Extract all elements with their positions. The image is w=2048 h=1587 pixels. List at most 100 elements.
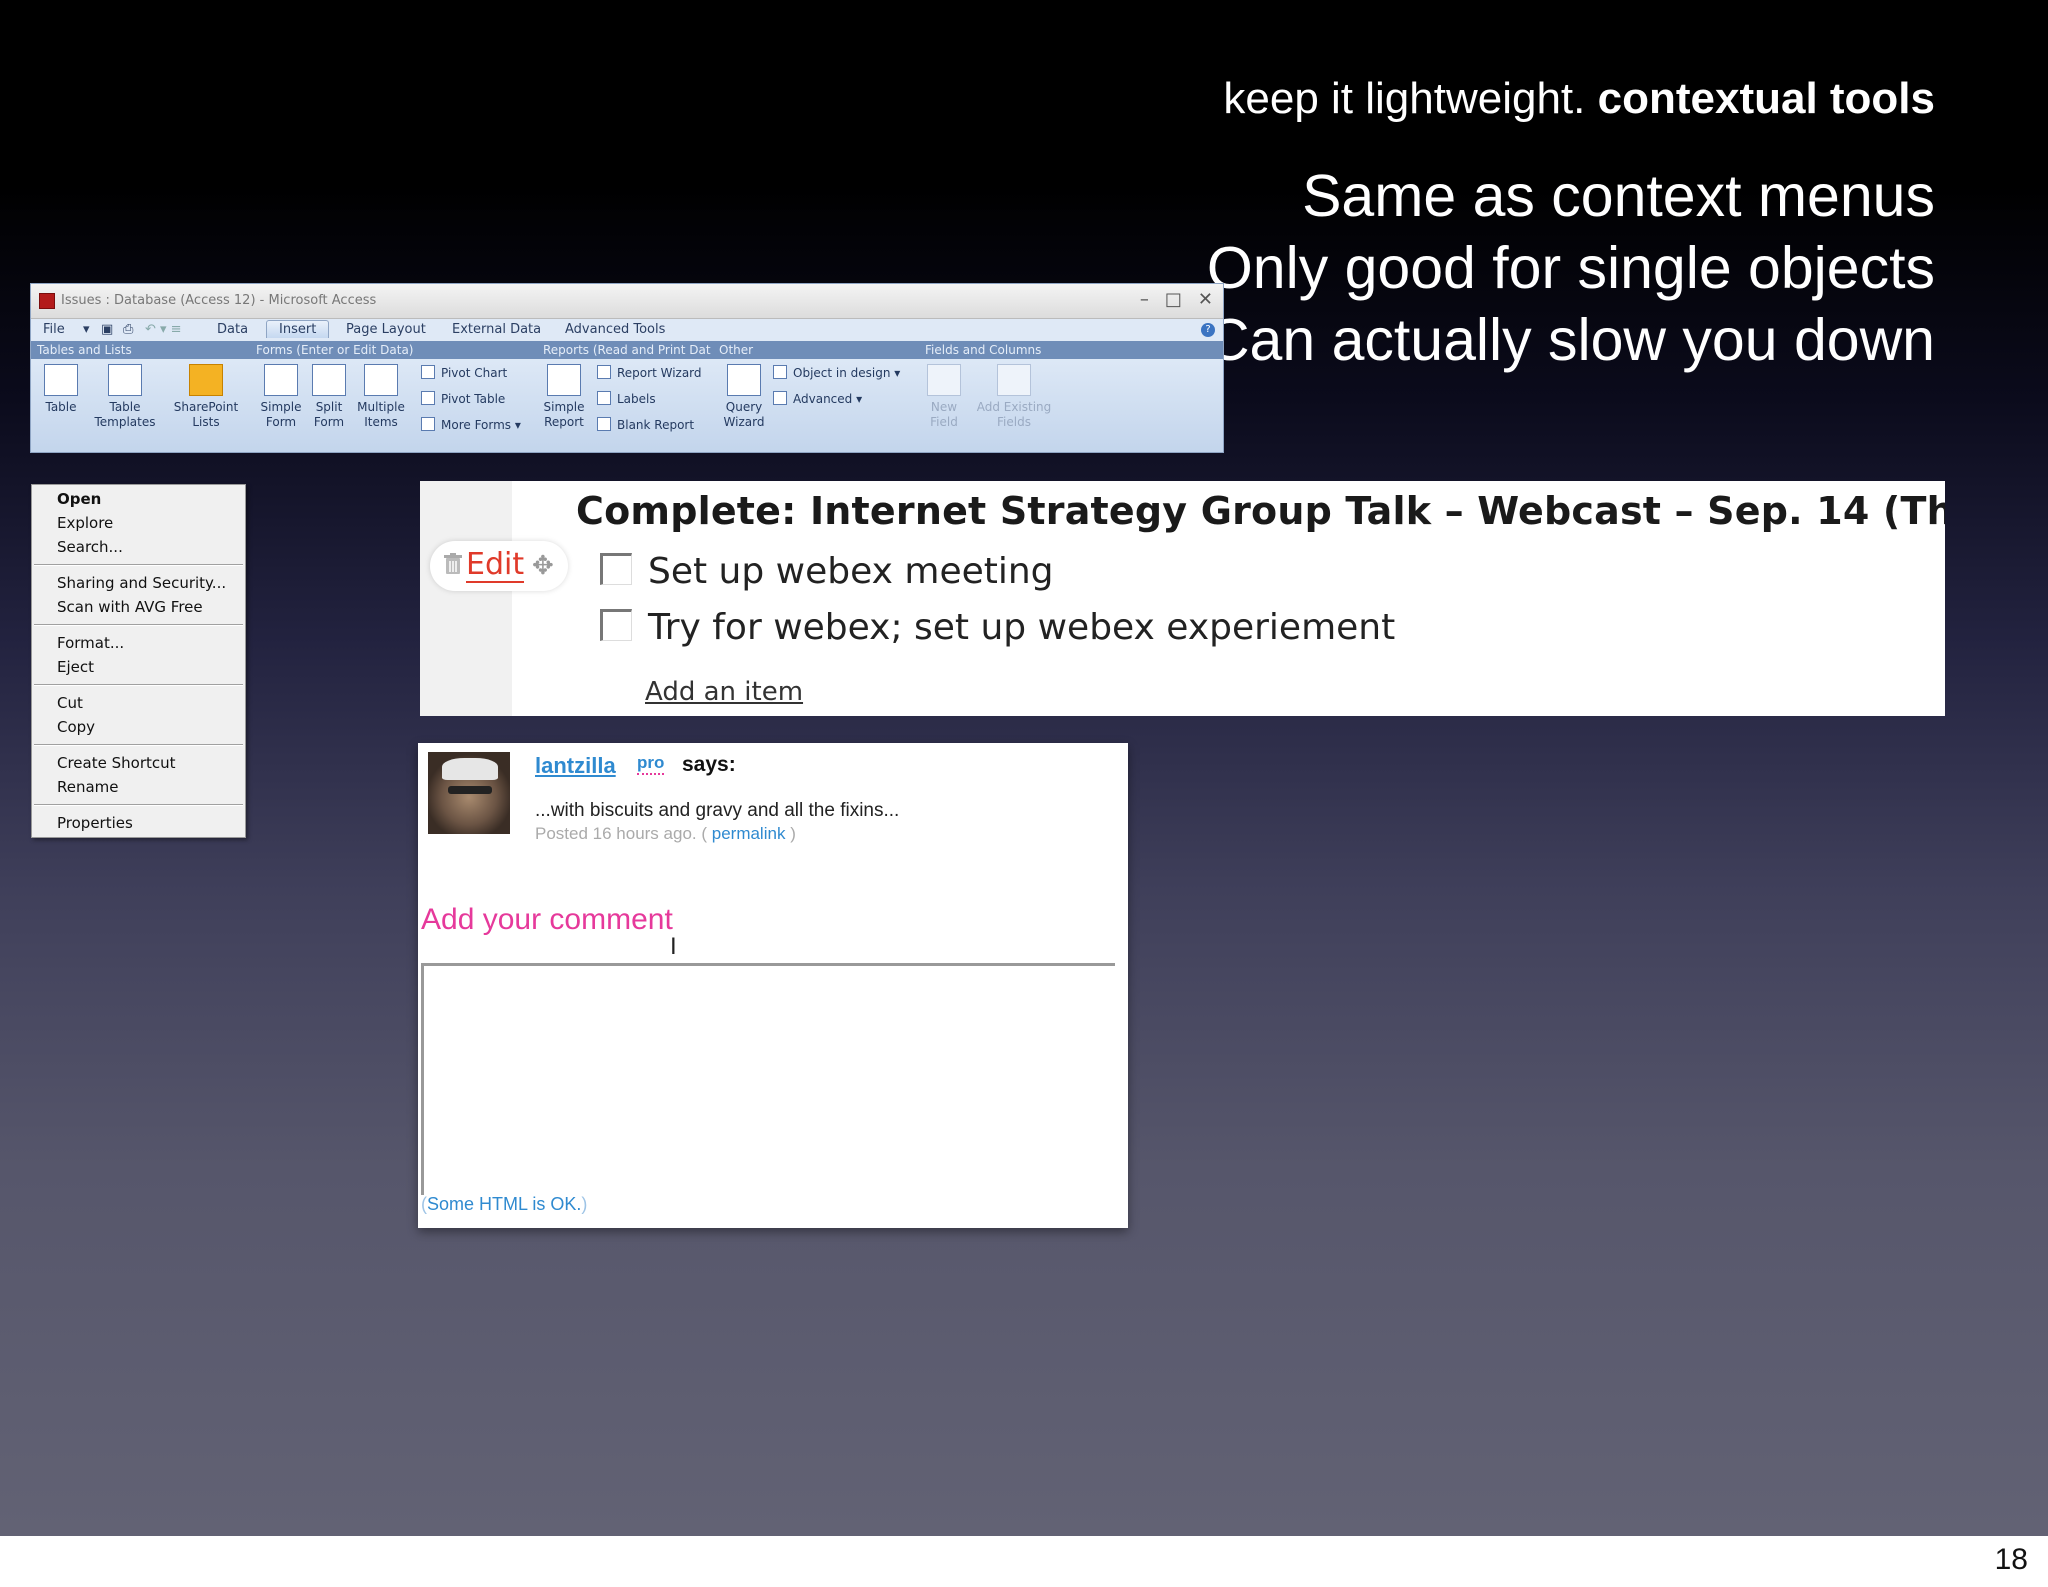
menu-separator — [34, 624, 243, 626]
menu-item-copy[interactable]: Copy — [32, 715, 245, 739]
tab-advanced-tools[interactable]: Advanced Tools — [565, 322, 665, 337]
group-forms: Forms (Enter or Edit Data) — [256, 343, 414, 357]
slide: keep it lightweight. contextual tools Sa… — [0, 0, 2048, 1536]
todo-item: Try for webex; set up webex experiement — [600, 607, 1395, 648]
bullet-1: Same as context menus — [1302, 163, 1935, 229]
item-tools-pill: Edit ✥ — [430, 541, 568, 591]
tab-page-layout[interactable]: Page Layout — [346, 322, 426, 337]
permalink-link[interactable]: permalink — [712, 824, 786, 843]
tab-file[interactable]: File — [43, 322, 65, 337]
todo-item-label: Try for webex; set up webex experiement — [648, 607, 1396, 648]
says-label: says: — [682, 753, 736, 776]
bullet-2: Only good for single objects — [1206, 235, 1935, 301]
labels-icon — [597, 391, 611, 405]
todo-item-label: Set up webex meeting — [648, 551, 1054, 592]
todo-checkbox[interactable] — [600, 553, 632, 585]
menu-item-scan-avg[interactable]: Scan with AVG Free — [32, 595, 245, 619]
advanced-icon — [773, 391, 787, 405]
group-reports: Reports (Read and Print Data) — [543, 343, 711, 357]
new-field-icon — [927, 364, 961, 396]
simple-form-button[interactable]: Simple Form — [255, 364, 307, 430]
sharepoint-lists-button[interactable]: SharePoint Lists — [169, 364, 243, 430]
group-other: Other — [719, 343, 754, 357]
move-handle-icon[interactable]: ✥ — [532, 551, 554, 581]
menu-separator — [34, 804, 243, 806]
page-number: 18 — [1994, 1543, 2028, 1576]
menu-separator — [34, 744, 243, 746]
new-field-button[interactable]: New Field — [921, 364, 967, 430]
simple-report-button[interactable]: Simple Report — [539, 364, 589, 430]
text-cursor-icon: I — [670, 933, 677, 960]
tab-data[interactable]: Data — [217, 322, 248, 337]
object-in-design-icon — [773, 365, 787, 379]
context-menu: Open Explore Search... Sharing and Secur… — [31, 484, 246, 838]
help-icon[interactable]: ? — [1201, 323, 1215, 337]
menu-item-properties[interactable]: Properties — [32, 811, 245, 835]
posted-info: Posted 16 hours ago. ( permalink ) — [535, 824, 796, 843]
comment-panel: lantzilla pro says: ...with biscuits and… — [418, 743, 1128, 1228]
menu-item-explore[interactable]: Explore — [32, 511, 245, 535]
html-note: (Some HTML is OK.) — [421, 1194, 588, 1214]
more-forms-button[interactable]: More Forms ▾ — [421, 417, 521, 432]
menu-item-search[interactable]: Search... — [32, 535, 245, 559]
table-icon — [44, 364, 78, 396]
add-item-link[interactable]: Add an item — [645, 677, 803, 707]
menu-item-eject[interactable]: Eject — [32, 655, 245, 679]
edit-link[interactable]: Edit — [466, 549, 525, 583]
pivot-chart-button[interactable]: Pivot Chart — [421, 365, 507, 380]
pivot-table-icon — [421, 391, 435, 405]
advanced-button[interactable]: Advanced ▾ — [773, 391, 862, 406]
menu-item-rename[interactable]: Rename — [32, 775, 245, 799]
comment-textarea[interactable] — [421, 963, 1115, 1195]
add-comment-heading: Add your comment — [421, 903, 673, 936]
slide-title: keep it lightweight. contextual tools — [1223, 74, 1935, 124]
print-icon[interactable]: ⎙ — [123, 322, 133, 337]
trash-icon[interactable] — [444, 553, 462, 575]
window-titlebar: Issues : Database (Access 12) - Microsof… — [31, 284, 1223, 319]
todo-checkbox[interactable] — [600, 609, 632, 641]
minimize-icon[interactable]: – — [1140, 289, 1149, 310]
multiple-items-icon — [364, 364, 398, 396]
table-templates-icon — [108, 364, 142, 396]
object-in-design-button[interactable]: Object in design ▾ — [773, 365, 900, 380]
ribbon-body: Table Table Templates SharePoint Lists S… — [31, 359, 1223, 452]
menu-item-sharing-security[interactable]: Sharing and Security... — [32, 571, 245, 595]
pro-badge[interactable]: pro — [637, 753, 665, 775]
report-wizard-icon — [597, 365, 611, 379]
avatar[interactable] — [428, 752, 510, 834]
slide-title-bold: contextual tools — [1597, 74, 1935, 123]
simple-report-icon — [547, 364, 581, 396]
todo-item: Set up webex meeting — [600, 551, 1054, 592]
split-form-button[interactable]: Split Form — [307, 364, 351, 430]
tab-external-data[interactable]: External Data — [452, 322, 541, 337]
slide-title-regular: keep it lightweight. — [1223, 74, 1586, 123]
labels-button[interactable]: Labels — [597, 391, 656, 406]
blank-report-button[interactable]: Blank Report — [597, 417, 694, 432]
menu-separator — [34, 564, 243, 566]
undo-icon[interactable]: ↶ ▾ ≡ — [145, 322, 182, 337]
todo-panel: Complete: Internet Strategy Group Talk –… — [420, 481, 1945, 716]
report-wizard-button[interactable]: Report Wizard — [597, 365, 702, 380]
maximize-icon[interactable]: □ — [1165, 289, 1182, 310]
table-templates-button[interactable]: Table Templates — [87, 364, 163, 430]
menu-item-open[interactable]: Open — [32, 487, 245, 511]
bullet-3: Can actually slow you down — [1206, 307, 1935, 373]
menu-item-create-shortcut[interactable]: Create Shortcut — [32, 751, 245, 775]
save-icon[interactable]: ▣ — [101, 322, 113, 337]
close-icon[interactable]: ✕ — [1198, 289, 1213, 310]
tab-insert[interactable]: Insert — [266, 320, 330, 338]
username-link[interactable]: lantzilla — [535, 753, 616, 779]
menu-item-cut[interactable]: Cut — [32, 691, 245, 715]
ribbon-group-labels: Tables and Lists Forms (Enter or Edit Da… — [31, 341, 1223, 359]
menu-item-format[interactable]: Format... — [32, 631, 245, 655]
query-wizard-icon — [727, 364, 761, 396]
pivot-table-button[interactable]: Pivot Table — [421, 391, 505, 406]
chevron-down-icon[interactable]: ▾ — [83, 322, 90, 337]
simple-form-icon — [264, 364, 298, 396]
menu-separator — [34, 684, 243, 686]
multiple-items-button[interactable]: Multiple Items — [353, 364, 409, 430]
query-wizard-button[interactable]: Query Wizard — [717, 364, 771, 430]
comment-message: ...with biscuits and gravy and all the f… — [535, 800, 900, 821]
add-existing-fields-button[interactable]: Add Existing Fields — [971, 364, 1057, 430]
table-button[interactable]: Table — [33, 364, 89, 415]
